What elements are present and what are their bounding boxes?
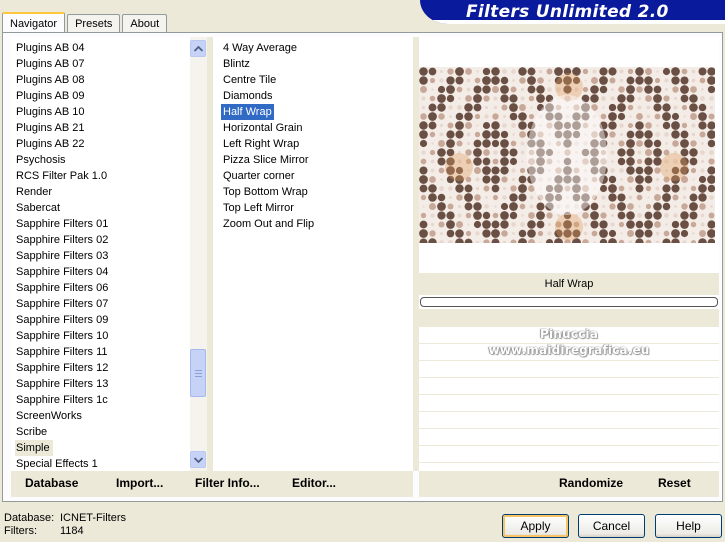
param-row <box>419 412 719 429</box>
filter-item[interactable]: 4 Way Average <box>221 40 316 56</box>
param-row <box>419 429 719 446</box>
scroll-up-button[interactable] <box>190 40 206 57</box>
reset-button[interactable]: Reset <box>658 476 691 490</box>
database-value: ICNET-Filters <box>60 512 126 524</box>
category-item[interactable]: Plugins AB 08 <box>15 72 187 88</box>
filter-item[interactable]: Zoom Out and Flip <box>221 216 316 232</box>
help-button[interactable]: Help <box>655 514 722 538</box>
category-item[interactable]: Sapphire Filters 09 <box>15 312 187 328</box>
apply-button[interactable]: Apply <box>502 514 569 538</box>
tab-navigator[interactable]: Navigator <box>2 12 66 33</box>
category-item[interactable]: Sapphire Filters 04 <box>15 264 187 280</box>
status-area: Database: ICNET-Filters Filters: 1184 <box>4 512 126 538</box>
tab-presets[interactable]: Presets <box>67 14 121 32</box>
filter-list[interactable]: 4 Way Average Blintz Centre Tile Diamonds Ha… <box>213 37 413 471</box>
watermark: Pinuccia www.maidiregrafica.eu <box>419 327 719 357</box>
filter-item[interactable]: Centre Tile <box>221 72 316 88</box>
category-item[interactable]: Psychosis <box>15 152 187 168</box>
category-items: Plugins AB 04 Plugins AB 07 Plugins AB 08 P… <box>15 40 187 471</box>
chevron-up-icon <box>193 45 203 52</box>
category-item[interactable]: Sapphire Filters 03 <box>15 248 187 264</box>
category-list[interactable]: Plugins AB 04 Plugins AB 07 Plugins AB 08 P… <box>11 37 207 471</box>
app-title: Filters Unlimited 2.0 <box>466 2 669 22</box>
category-item[interactable]: ScreenWorks <box>15 408 187 424</box>
category-item[interactable]: Sapphire Filters 1c <box>15 392 187 408</box>
filter-item[interactable]: Left Right Wrap <box>221 136 316 152</box>
category-item[interactable]: Special Effects 1 <box>15 456 187 471</box>
grip-icon <box>194 369 202 377</box>
category-item[interactable]: Render <box>15 184 187 200</box>
category-item[interactable]: Sapphire Filters 07 <box>15 296 187 312</box>
category-item[interactable]: Sapphire Filters 01 <box>15 216 187 232</box>
filter-item[interactable]: Blintz <box>221 56 316 72</box>
import-button[interactable]: Import... <box>116 476 163 490</box>
tab-about[interactable]: About <box>122 14 168 32</box>
left-command-bar: Database Import... Filter Info... Editor… <box>11 471 413 497</box>
param-row <box>419 446 719 463</box>
preview-image <box>419 67 715 243</box>
chevron-down-icon <box>193 456 203 463</box>
param-row <box>419 395 719 412</box>
category-item[interactable]: Sapphire Filters 11 <box>15 344 187 360</box>
scroll-thumb[interactable] <box>190 349 206 397</box>
editor-button[interactable]: Editor... <box>292 476 336 490</box>
filter-item[interactable]: Pizza Slice Mirror <box>221 152 316 168</box>
watermark-line2: www.maidiregrafica.eu <box>488 343 650 357</box>
filter-item[interactable]: Quarter corner <box>221 168 316 184</box>
category-item[interactable]: Plugins AB 07 <box>15 56 187 72</box>
category-item[interactable]: Sabercat <box>15 200 187 216</box>
preview-pattern <box>419 67 715 243</box>
filter-item[interactable]: Top Left Mirror <box>221 200 316 216</box>
category-item[interactable]: Simple <box>15 440 53 456</box>
category-item[interactable]: Sapphire Filters 10 <box>15 328 187 344</box>
category-item[interactable]: Sapphire Filters 02 <box>15 232 187 248</box>
category-item[interactable]: Plugins AB 22 <box>15 136 187 152</box>
right-command-bar: Randomize Reset <box>419 471 719 497</box>
watermark-line1: Pinuccia <box>539 327 599 341</box>
category-item[interactable]: Sapphire Filters 12 <box>15 360 187 376</box>
category-item[interactable]: Plugins AB 10 <box>15 104 187 120</box>
scroll-down-button[interactable] <box>190 451 206 468</box>
tab-strip: Navigator Presets About <box>2 10 169 33</box>
filter-items: 4 Way Average Blintz Centre Tile Diamonds Ha… <box>221 40 316 232</box>
database-label: Database: <box>4 512 55 524</box>
cancel-button[interactable]: Cancel <box>578 514 645 538</box>
filter-item[interactable]: Diamonds <box>221 88 316 104</box>
category-item[interactable]: Scribe <box>15 424 187 440</box>
filter-item[interactable]: Top Bottom Wrap <box>221 184 316 200</box>
category-item[interactable]: Plugins AB 09 <box>15 88 187 104</box>
randomize-button[interactable]: Randomize <box>559 476 623 490</box>
filters-count-value: 1184 <box>60 525 84 537</box>
filter-item[interactable]: Half Wrap <box>221 104 274 120</box>
category-item[interactable]: Sapphire Filters 06 <box>15 280 187 296</box>
title-banner: Filters Unlimited 2.0 <box>420 0 725 24</box>
param-row <box>419 378 719 395</box>
navigator-panel: Plugins AB 04 Plugins AB 07 Plugins AB 08 P… <box>2 32 723 502</box>
filter-info-button[interactable]: Filter Info... <box>195 476 260 490</box>
category-item[interactable]: Plugins AB 21 <box>15 120 187 136</box>
param-header <box>419 309 719 327</box>
filter-name-label: Half Wrap <box>419 273 719 295</box>
param-row <box>419 361 719 378</box>
progress-bar <box>420 297 718 307</box>
category-item[interactable]: RCS Filter Pak 1.0 <box>15 168 187 184</box>
database-button[interactable]: Database <box>25 476 78 490</box>
category-item[interactable]: Plugins AB 04 <box>15 40 187 56</box>
category-item[interactable]: Sapphire Filters 13 <box>15 376 187 392</box>
filter-item[interactable]: Horizontal Grain <box>221 120 316 136</box>
preview-pane: Half Wrap Pinuccia www.maidiregrafica.eu <box>419 37 719 471</box>
filters-count-label: Filters: <box>4 525 37 537</box>
category-scrollbar[interactable] <box>190 37 207 471</box>
